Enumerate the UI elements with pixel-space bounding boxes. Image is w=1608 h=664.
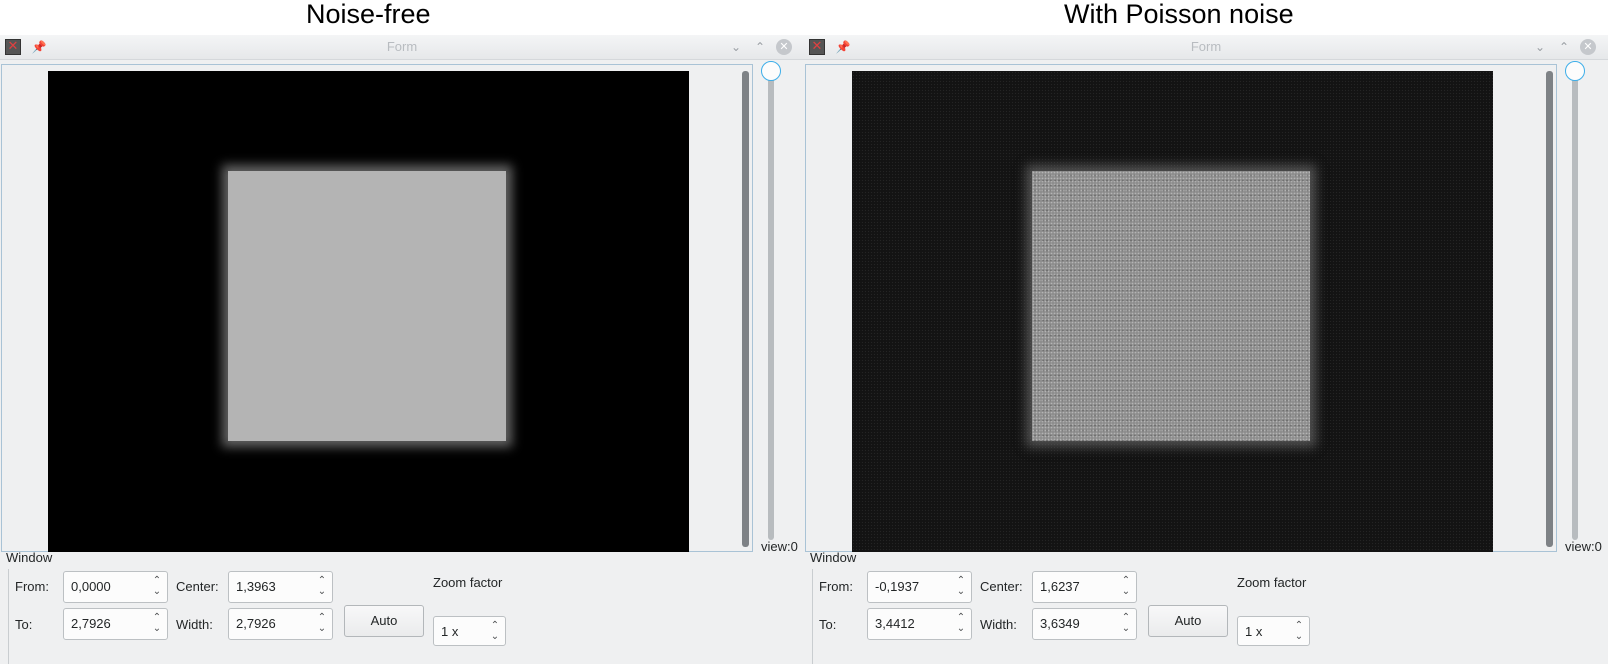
spin-arrows-icon[interactable]: ⌃ ⌄	[489, 620, 501, 644]
chevron-up-icon[interactable]: ⌃	[1556, 39, 1572, 55]
to-value: 2,7926	[71, 616, 111, 631]
auto-button[interactable]: Auto	[1148, 605, 1228, 637]
image-square	[228, 171, 506, 441]
from-label: From:	[15, 579, 49, 594]
from-value: 0,0000	[71, 579, 111, 594]
view-slider-handle[interactable]	[1565, 61, 1585, 81]
spin-arrows-icon[interactable]: ⌃ ⌄	[955, 612, 967, 636]
spin-arrows-icon[interactable]: ⌃ ⌄	[316, 575, 328, 599]
poisson-noise-panel: With Poisson noise ✕ 📌 Form ⌄ ⌃ ✕ view:0…	[804, 0, 1608, 664]
center-value: 1,3963	[236, 579, 276, 594]
view-slider-handle[interactable]	[761, 61, 781, 81]
title-bar[interactable]: ✕ 📌 Form ⌄ ⌃ ✕	[0, 35, 804, 60]
zoom-value: 1 x	[441, 624, 459, 639]
zoom-factor-label: Zoom factor	[433, 575, 503, 590]
view-label: view:0	[1565, 539, 1602, 554]
spin-arrows-icon[interactable]: ⌃ ⌄	[1120, 575, 1132, 599]
center-label: Center:	[980, 579, 1023, 594]
width-label: Width:	[176, 617, 213, 632]
noise-free-panel: Noise-free ✕ 📌 Form ⌄ ⌃ ✕ view:0 Window …	[0, 0, 804, 664]
from-field[interactable]: 0,0000 ⌃ ⌄	[63, 571, 168, 603]
image-view[interactable]	[1, 64, 753, 552]
view-label: view:0	[761, 539, 798, 554]
center-label: Center:	[176, 579, 219, 594]
zoom-value: 1 x	[1245, 624, 1263, 639]
auto-button[interactable]: Auto	[344, 605, 424, 637]
form-window: ✕ 📌 Form ⌄ ⌃ ✕ view:0 Window From: -0,19…	[804, 35, 1608, 664]
width-field[interactable]: 3,6349 ⌃ ⌄	[1032, 608, 1137, 640]
center-field[interactable]: 1,3963 ⌃ ⌄	[228, 571, 333, 603]
panel-title: With Poisson noise	[1064, 0, 1294, 29]
to-field[interactable]: 2,7926 ⌃ ⌄	[63, 608, 168, 640]
zoom-factor-spinbox[interactable]: 1 x ⌃ ⌄	[433, 616, 506, 646]
close-icon[interactable]: ✕	[1580, 39, 1596, 55]
spin-arrows-icon[interactable]: ⌃ ⌄	[1293, 620, 1305, 644]
square-noise	[1032, 171, 1310, 441]
chevron-up-icon[interactable]: ⌃	[752, 39, 768, 55]
view-slider-track[interactable]	[768, 74, 774, 540]
spin-arrows-icon[interactable]: ⌃ ⌄	[955, 575, 967, 599]
spin-arrows-icon[interactable]: ⌃ ⌄	[151, 575, 163, 599]
center-value: 1,6237	[1040, 579, 1080, 594]
zoom-factor-label: Zoom factor	[1237, 575, 1307, 590]
width-value: 2,7926	[236, 616, 276, 631]
spin-arrows-icon[interactable]: ⌃ ⌄	[1120, 612, 1132, 636]
image-canvas[interactable]	[48, 71, 689, 552]
window-title: Form	[386, 39, 418, 54]
chevron-down-icon[interactable]: ⌄	[1532, 39, 1548, 55]
from-label: From:	[819, 579, 853, 594]
image-canvas[interactable]	[852, 71, 1493, 552]
to-field[interactable]: 3,4412 ⌃ ⌄	[867, 608, 972, 640]
width-value: 3,6349	[1040, 616, 1080, 631]
window-title: Form	[1190, 39, 1222, 54]
view-scrollbar[interactable]	[742, 71, 749, 547]
spin-arrows-icon[interactable]: ⌃ ⌄	[151, 612, 163, 636]
window-group-label: Window	[6, 550, 53, 565]
image-view[interactable]	[805, 64, 1557, 552]
spin-arrows-icon[interactable]: ⌃ ⌄	[316, 612, 328, 636]
panel-title: Noise-free	[306, 0, 431, 29]
view-scrollbar[interactable]	[1546, 71, 1553, 547]
title-bar[interactable]: ✕ 📌 Form ⌄ ⌃ ✕	[804, 35, 1608, 60]
width-label: Width:	[980, 617, 1017, 632]
center-field[interactable]: 1,6237 ⌃ ⌄	[1032, 571, 1137, 603]
width-field[interactable]: 2,7926 ⌃ ⌄	[228, 608, 333, 640]
to-value: 3,4412	[875, 616, 915, 631]
close-icon[interactable]: ✕	[776, 39, 792, 55]
zoom-factor-spinbox[interactable]: 1 x ⌃ ⌄	[1237, 616, 1310, 646]
from-value: -0,1937	[875, 579, 920, 594]
view-slider-track[interactable]	[1572, 74, 1578, 540]
window-group-label: Window	[810, 550, 857, 565]
chevron-down-icon[interactable]: ⌄	[728, 39, 744, 55]
to-label: To:	[819, 617, 837, 632]
form-window: ✕ 📌 Form ⌄ ⌃ ✕ view:0 Window From: 0,000…	[0, 35, 804, 664]
from-field[interactable]: -0,1937 ⌃ ⌄	[867, 571, 972, 603]
to-label: To:	[15, 617, 33, 632]
